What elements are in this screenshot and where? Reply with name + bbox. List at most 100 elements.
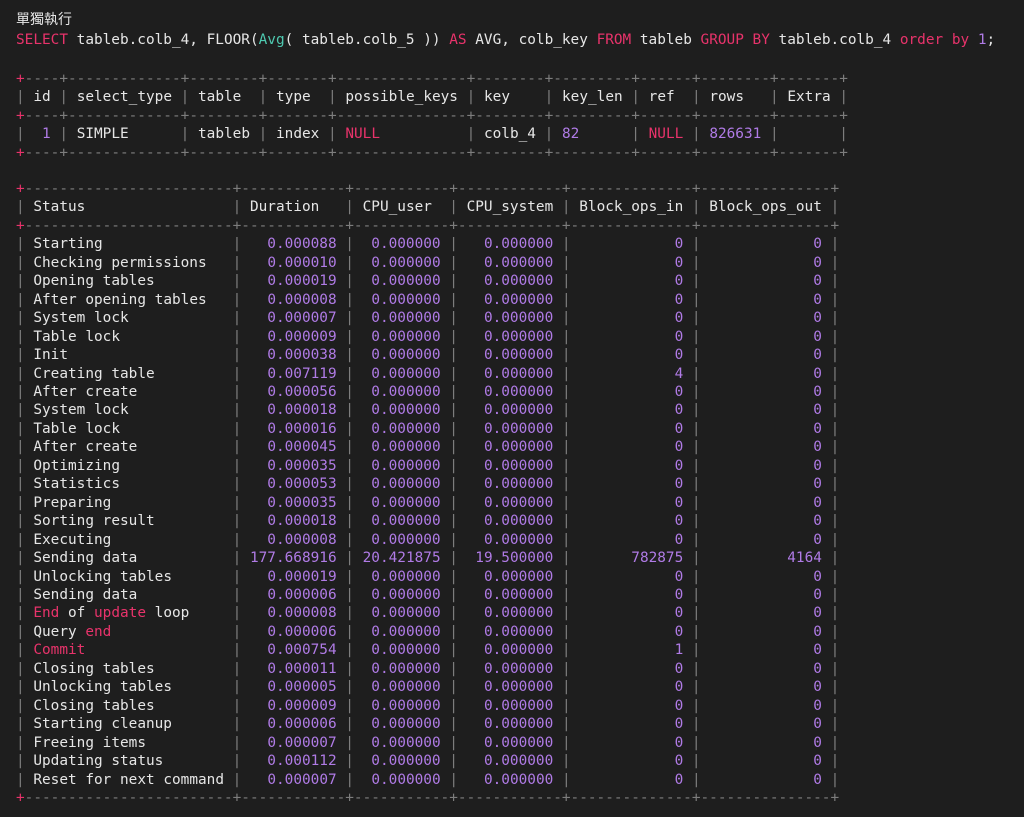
value-cell: 782875 <box>631 550 684 567</box>
value-cell: 0 <box>813 254 822 271</box>
value-cell: 0.000007 <box>267 310 337 327</box>
sql-alias: AVG <box>475 32 502 48</box>
value-cell: 0 <box>674 494 684 511</box>
value-cell: 0.000000 <box>371 402 441 419</box>
table-row: | Init | 0.000038 | 0.000000 | 0.000000 … <box>16 347 840 364</box>
value-cell: 0.000000 <box>483 365 554 382</box>
status-cell: Query end <box>33 623 112 640</box>
value-cell: 0.000019 <box>267 273 337 290</box>
value-cell: 0.000018 <box>267 402 337 419</box>
sql-terminator: ; <box>986 32 996 48</box>
value-cell: 0 <box>674 531 684 548</box>
value-cell: 0 <box>813 679 822 696</box>
table-row: | Unlocking tables | 0.000019 | 0.000000… <box>16 568 840 585</box>
table-row: | Sending data | 0.000006 | 0.000000 | 0… <box>16 586 840 603</box>
cell-type: index <box>276 126 320 143</box>
table-row: | Closing tables | 0.000009 | 0.000000 |… <box>16 697 840 714</box>
status-cell: Unlocking tables <box>33 568 172 585</box>
column-header: id <box>33 89 51 106</box>
table-border: +----+-------------+--------+-------+---… <box>16 144 848 161</box>
column-header: type <box>276 89 311 106</box>
value-cell: 0.000016 <box>267 420 337 437</box>
sql-column: colb_key <box>518 32 588 48</box>
value-cell: 0.000000 <box>371 383 441 400</box>
status-cell: Creating table <box>33 365 155 382</box>
value-cell: 0.000009 <box>267 697 337 714</box>
section-heading: 單獨執行 <box>16 12 72 28</box>
value-cell: 0 <box>813 642 822 659</box>
value-cell: 0 <box>674 697 684 714</box>
sql-column: tableb.colb_5 <box>301 32 415 48</box>
value-cell: 0.000000 <box>371 347 441 364</box>
cell-rows: 826631 <box>709 126 762 143</box>
column-header: CPU_system <box>466 199 554 216</box>
sql-order-value: 1 <box>977 32 987 48</box>
value-cell: 0.000000 <box>483 513 554 530</box>
table-row: | Preparing | 0.000035 | 0.000000 | 0.00… <box>16 494 840 511</box>
value-cell: 0.000000 <box>371 605 441 622</box>
value-cell: 0.000000 <box>483 660 554 677</box>
status-cell: Starting cleanup <box>33 716 172 733</box>
table-row: | Opening tables | 0.000019 | 0.000000 |… <box>16 273 840 290</box>
sql-select-keyword: SELECT <box>16 32 68 48</box>
value-cell: 0.000000 <box>371 568 441 585</box>
column-header: Extra <box>787 89 831 106</box>
value-cell: 0.000000 <box>483 347 554 364</box>
table-row: | After create | 0.000045 | 0.000000 | 0… <box>16 439 840 456</box>
table-border: +----+-------------+--------+-------+---… <box>16 71 848 87</box>
table-row: | Starting | 0.000088 | 0.000000 | 0.000… <box>16 236 840 253</box>
value-cell: 0.000000 <box>483 605 554 622</box>
status-cell: Commit <box>33 642 86 659</box>
value-cell: 177.668916 <box>249 550 337 567</box>
value-cell: 0.000000 <box>483 457 554 474</box>
column-header: table <box>198 89 242 106</box>
status-cell: Starting <box>33 236 103 253</box>
value-cell: 0 <box>674 457 684 474</box>
table-row: | Unlocking tables | 0.000005 | 0.000000… <box>16 679 840 696</box>
value-cell: 1 <box>674 642 684 659</box>
value-cell: 0.000005 <box>267 679 337 696</box>
status-cell: Init <box>33 347 68 364</box>
value-cell: 0 <box>813 494 822 511</box>
value-cell: 0.000000 <box>371 697 441 714</box>
column-header: rows <box>709 89 744 106</box>
table-row: | Reset for next command | 0.000007 | 0.… <box>16 771 840 788</box>
explain-table: +----+-------------+--------+-------+---… <box>16 70 848 162</box>
status-cell: System lock <box>33 402 129 419</box>
value-cell: 0 <box>813 623 822 640</box>
column-header: ref <box>648 89 675 106</box>
table-border: +------------------------+------------+-… <box>16 789 840 806</box>
status-cell: Freeing items <box>33 734 146 751</box>
cell-table: tableb <box>198 126 250 143</box>
value-cell: 0.000000 <box>371 439 441 456</box>
cell-key-len: 82 <box>561 126 580 143</box>
value-cell: 0 <box>813 439 822 456</box>
value-cell: 0.000006 <box>267 586 337 603</box>
value-cell: 0.000007 <box>267 734 337 751</box>
value-cell: 0 <box>674 402 684 419</box>
value-cell: 0 <box>674 586 684 603</box>
table-row: | Starting cleanup | 0.000006 | 0.000000… <box>16 716 840 733</box>
value-cell: 0 <box>674 383 684 400</box>
value-cell: 0.000000 <box>371 310 441 327</box>
value-cell: 0 <box>674 291 684 308</box>
status-cell: Sending data <box>33 586 138 603</box>
value-cell: 0.000000 <box>371 531 441 548</box>
column-header: Duration <box>249 199 320 216</box>
value-cell: 0.000000 <box>371 716 441 733</box>
value-cell: 0 <box>813 328 822 345</box>
value-cell: 0.000000 <box>483 623 554 640</box>
value-cell: 0 <box>813 716 822 733</box>
value-cell: 0.000000 <box>371 679 441 696</box>
value-cell: 0.000008 <box>267 531 337 548</box>
column-header: Block_ops_out <box>709 199 822 216</box>
value-cell: 0.000000 <box>483 734 554 751</box>
value-cell: 0 <box>813 365 822 382</box>
status-cell: After create <box>33 383 138 400</box>
value-cell: 0.000000 <box>371 328 441 345</box>
sql-table: tableb <box>639 32 692 48</box>
value-cell: 0.000000 <box>483 586 554 603</box>
table-row: | 1 | SIMPLE | tableb | index | NULL | c… <box>16 126 848 143</box>
table-row: | End of update loop | 0.000008 | 0.0000… <box>16 605 840 622</box>
value-cell: 0.000009 <box>267 328 337 345</box>
